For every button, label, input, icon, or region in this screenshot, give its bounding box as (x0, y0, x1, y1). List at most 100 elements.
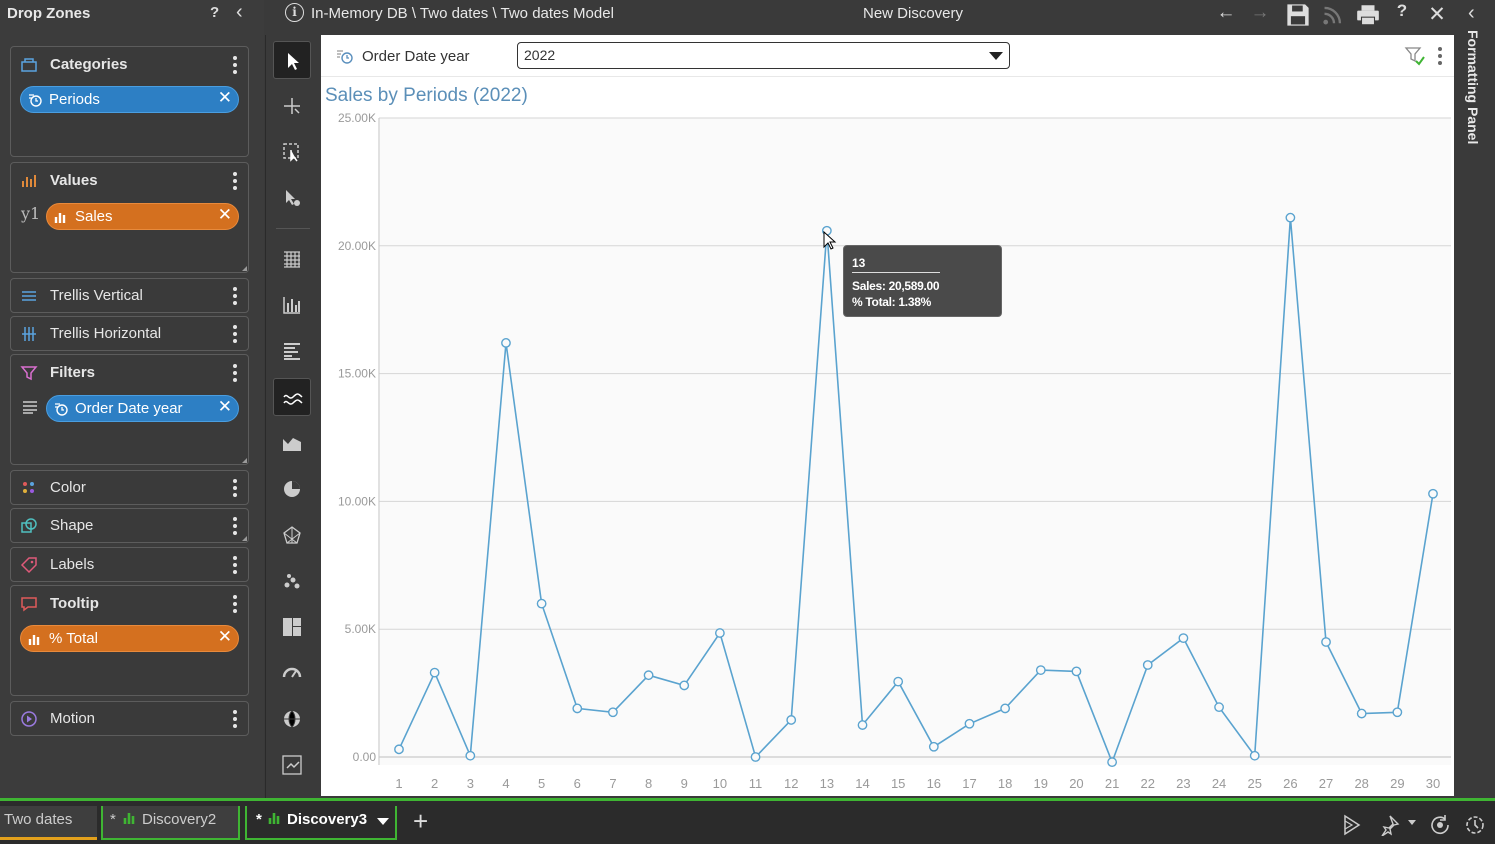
data-point[interactable] (1356, 708, 1367, 719)
pill-percent-total[interactable]: % Total ✕ (20, 625, 239, 652)
data-point[interactable] (1321, 637, 1331, 647)
select-tool[interactable] (273, 41, 311, 79)
data-point[interactable] (714, 628, 725, 638)
tab-two-dates[interactable]: Two dates (0, 806, 97, 840)
data-point[interactable] (1000, 703, 1011, 714)
pin-icon[interactable] (1378, 814, 1400, 836)
bar-chart-visual[interactable] (273, 332, 311, 370)
pill-order-date-year[interactable]: Order Date year ✕ (46, 395, 239, 422)
data-point[interactable] (501, 338, 511, 348)
crosshair-tool[interactable] (273, 87, 311, 125)
zone-motion[interactable]: Motion (10, 701, 249, 736)
tab-menu-chevron-icon[interactable] (377, 818, 389, 825)
tab-discovery3[interactable]: * Discovery3 (245, 806, 397, 840)
tab-discovery2[interactable]: * Discovery2 (101, 806, 240, 840)
data-point[interactable] (928, 741, 939, 752)
refresh-data-icon[interactable] (1429, 814, 1451, 836)
discovery-title[interactable]: New Discovery (863, 5, 963, 22)
data-point[interactable] (536, 598, 547, 609)
pill-sales[interactable]: Sales ✕ (46, 203, 239, 230)
remove-icon[interactable]: ✕ (218, 205, 232, 225)
data-point[interactable] (679, 680, 690, 691)
zone-values[interactable]: Values y1 Sales ✕ (10, 162, 249, 273)
zone-menu-icon[interactable] (232, 54, 238, 76)
data-point[interactable] (429, 667, 440, 678)
zone-color[interactable]: Color (10, 470, 249, 505)
data-point[interactable] (893, 676, 904, 687)
zone-filters[interactable]: Filters Order Date year ✕ (10, 354, 249, 465)
add-tab-button[interactable]: + (413, 806, 428, 837)
expand-panel-icon[interactable]: ‹ (1468, 2, 1475, 25)
pill-periods[interactable]: Periods ✕ (20, 86, 239, 113)
zone-menu-icon[interactable] (232, 708, 238, 730)
gauge-visual[interactable] (273, 654, 311, 692)
collapse-panel-icon[interactable]: ‹ (236, 1, 243, 24)
map-visual[interactable] (273, 700, 311, 738)
data-point[interactable] (1392, 707, 1403, 718)
zone-menu-icon[interactable] (232, 362, 238, 384)
filter-applied-icon[interactable] (1404, 45, 1426, 67)
line-chart-visual[interactable] (273, 378, 311, 416)
data-point[interactable] (1035, 665, 1046, 675)
resize-corner[interactable] (242, 266, 247, 271)
visual-menu-icon[interactable] (1437, 47, 1443, 69)
data-point[interactable] (1071, 666, 1082, 677)
table-visual[interactable] (273, 240, 311, 278)
data-point[interactable] (608, 707, 618, 718)
info-icon[interactable]: i (285, 3, 304, 22)
zone-menu-icon[interactable] (232, 323, 238, 345)
zone-menu-icon[interactable] (232, 170, 238, 192)
data-point[interactable] (786, 715, 797, 725)
data-point[interactable] (394, 744, 404, 755)
data-point[interactable] (964, 718, 975, 729)
line-chart[interactable]: 0.005.00K10.00K15.00K20.00K25.00K 123456… (321, 105, 1454, 796)
back-arrow-icon[interactable]: ← (1213, 2, 1239, 26)
data-point[interactable] (465, 750, 476, 761)
drill-tool[interactable] (273, 179, 311, 217)
zone-trellis-vertical[interactable]: Trellis Vertical (10, 278, 249, 313)
column-chart-visual[interactable] (273, 286, 311, 324)
help-button[interactable]: ? (210, 4, 219, 21)
zone-menu-icon[interactable] (232, 477, 238, 499)
area-chart-visual[interactable] (273, 424, 311, 462)
zone-menu-icon[interactable] (232, 554, 238, 576)
print-icon[interactable] (1355, 3, 1381, 27)
close-icon[interactable]: ✕ (1424, 2, 1450, 26)
data-point[interactable] (572, 703, 583, 714)
resize-corner[interactable] (242, 458, 247, 463)
lasso-tool[interactable] (273, 133, 311, 171)
zone-shape[interactable]: Shape (10, 508, 249, 543)
zone-categories[interactable]: Categories Periods ✕ (10, 46, 249, 157)
zone-menu-icon[interactable] (232, 285, 238, 307)
pie-chart-visual[interactable] (273, 470, 311, 508)
zone-menu-icon[interactable] (232, 593, 238, 615)
custom-visual[interactable] (273, 746, 311, 784)
year-dropdown[interactable]: 2022 (517, 42, 1010, 69)
remove-icon[interactable]: ✕ (218, 88, 232, 108)
radar-chart-visual[interactable] (273, 516, 311, 554)
forward-arrow-icon[interactable]: → (1247, 2, 1273, 26)
data-point[interactable] (1178, 633, 1189, 644)
data-point[interactable] (857, 720, 868, 730)
save-icon[interactable] (1285, 3, 1311, 27)
history-icon[interactable] (1464, 814, 1486, 836)
data-point[interactable] (1214, 702, 1224, 713)
zone-trellis-horizontal[interactable]: Trellis Horizontal (10, 316, 249, 351)
data-point[interactable] (750, 752, 761, 762)
data-point[interactable] (643, 670, 654, 681)
data-point[interactable] (1285, 212, 1296, 223)
remove-icon[interactable]: ✕ (218, 627, 232, 647)
broadcast-icon[interactable] (1321, 3, 1347, 27)
scatter-chart-visual[interactable] (273, 562, 311, 600)
remove-icon[interactable]: ✕ (218, 397, 232, 417)
help-icon[interactable]: ? (1389, 1, 1415, 25)
treemap-visual[interactable] (273, 608, 311, 646)
formatting-panel[interactable]: ‹ Formatting Panel (1460, 0, 1495, 798)
data-point[interactable] (1142, 660, 1153, 670)
pin-menu-chevron-icon[interactable] (1408, 820, 1416, 825)
presentation-icon[interactable] (1341, 814, 1363, 836)
zone-labels[interactable]: Labels (10, 547, 249, 582)
data-point[interactable] (1249, 750, 1260, 761)
zone-menu-icon[interactable] (232, 515, 238, 537)
data-point[interactable] (1107, 757, 1118, 768)
